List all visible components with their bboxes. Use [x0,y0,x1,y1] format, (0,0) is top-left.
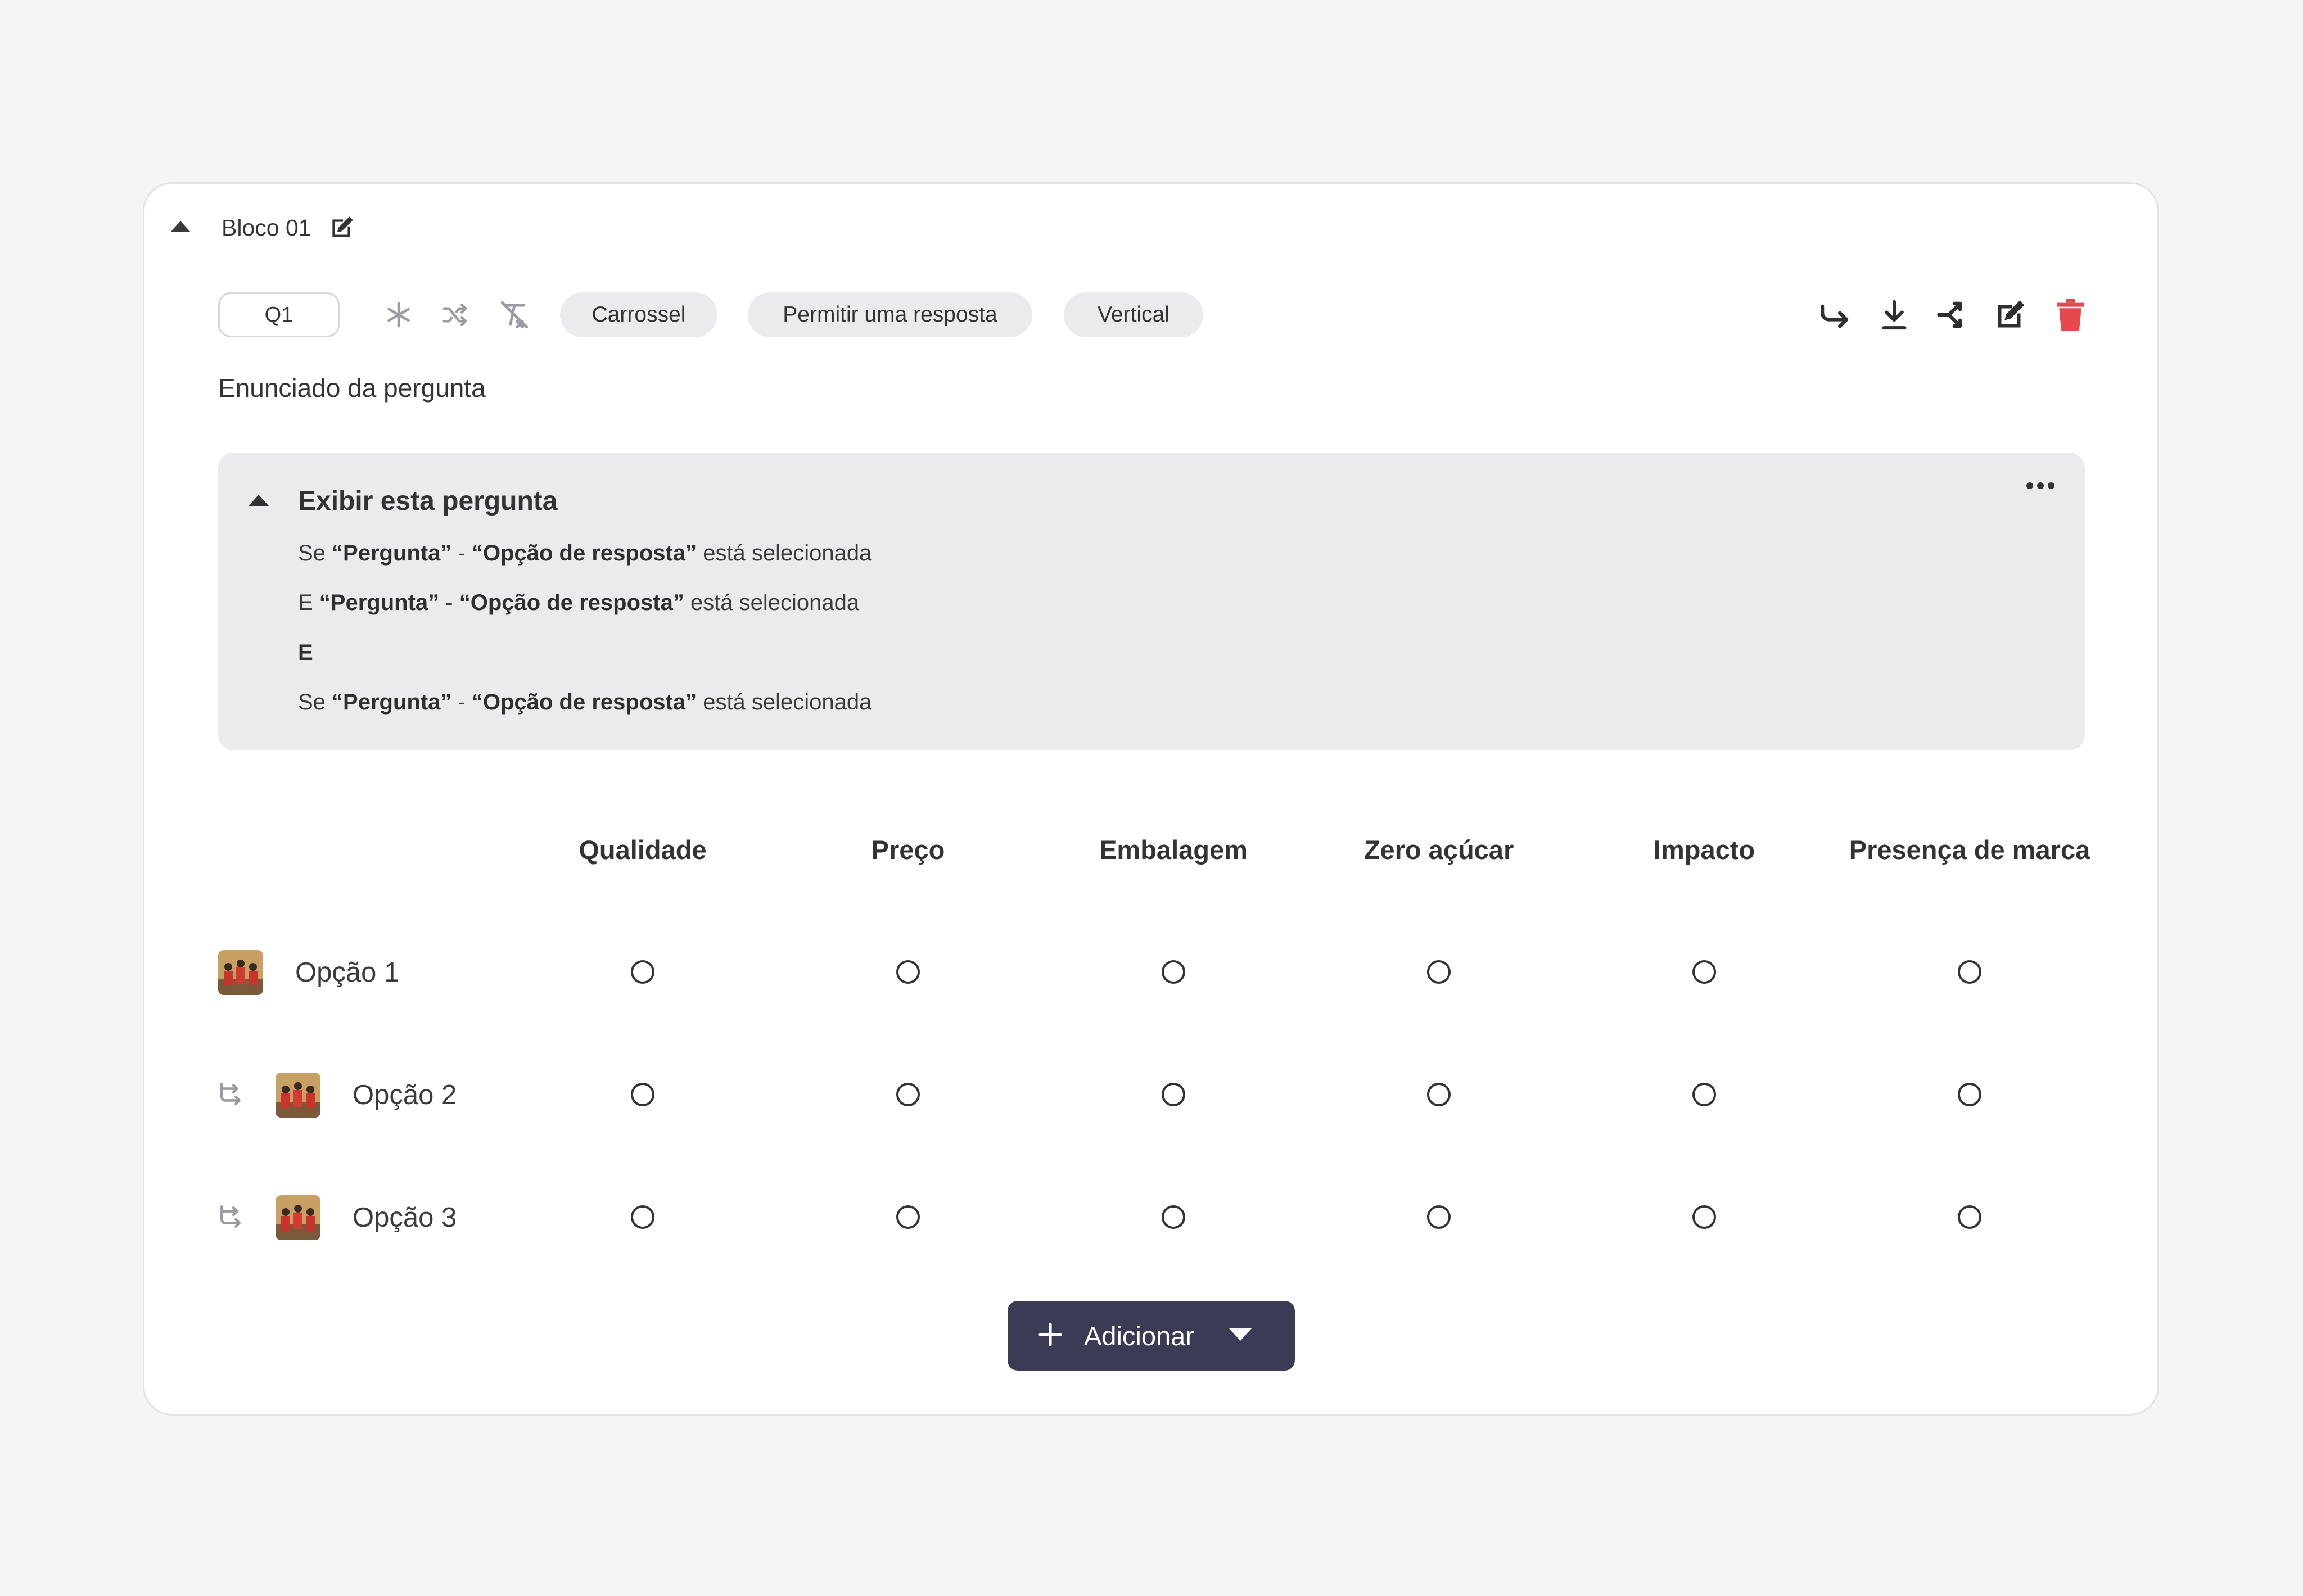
question-id-badge[interactable]: Q1 [218,292,340,337]
question-statement[interactable]: Enunciado da pergunta [218,371,486,405]
more-dots-icon[interactable] [2025,479,2056,492]
add-button-label: Adicionar [1084,1321,1194,1351]
option-image[interactable] [276,1073,320,1118]
chip-carousel[interactable]: Carrossel [560,292,717,337]
column-header: Embalagem [1099,835,1248,865]
branch-link-icon[interactable] [217,1203,245,1231]
grid-radio[interactable] [631,960,654,984]
grid-radio[interactable] [1162,1083,1185,1106]
caret-up-icon[interactable] [170,221,191,232]
caret-up-icon[interactable] [249,495,269,506]
grid-radio[interactable] [1427,960,1451,984]
branch-link-icon[interactable] [217,1080,245,1109]
trash-icon[interactable] [2054,297,2086,333]
column-header: Impacto [1653,835,1755,865]
column-header: Preço [871,835,945,865]
grid-radio[interactable] [1427,1083,1451,1106]
add-button[interactable]: Adicionar [1008,1301,1295,1371]
row-label[interactable]: Opção 2 [353,1078,457,1112]
grid-radio[interactable] [1162,1205,1185,1229]
share-icon[interactable] [1935,298,1968,332]
grid-radio[interactable] [1958,1205,1981,1229]
shuffle-icon[interactable] [440,300,471,330]
grid-radio[interactable] [1692,1205,1716,1229]
edit-icon[interactable] [1994,298,2027,332]
grid-radio[interactable] [1958,1083,1981,1106]
download-icon[interactable] [1878,298,1910,332]
option-image[interactable] [218,950,263,995]
grid-radio[interactable] [1692,1083,1716,1106]
column-header: Presença de marca [1849,835,2090,865]
option-image[interactable] [276,1195,320,1240]
grid-radio[interactable] [1692,960,1716,984]
chip-single-answer[interactable]: Permitir uma resposta [748,292,1032,337]
skip-logic-icon[interactable] [1818,298,1853,331]
edit-icon[interactable] [328,214,356,242]
required-asterisk-icon[interactable] [383,300,414,330]
grid-radio[interactable] [631,1083,654,1106]
grid-radio[interactable] [631,1205,654,1229]
logic-condition: E “Pergunta” - “Opção de resposta” está … [298,590,860,615]
grid-radio[interactable] [1427,1205,1451,1229]
display-logic-title: Exibir esta pergunta [298,486,558,516]
row-label[interactable]: Opção 3 [353,1201,457,1235]
grid-radio[interactable] [1958,960,1981,984]
grid-radio[interactable] [896,1205,920,1229]
block-title: Bloco 01 [222,215,311,241]
caret-down-icon[interactable] [1228,1327,1253,1345]
grid-radio[interactable] [896,960,920,984]
grid-radio[interactable] [896,1083,920,1106]
plus-icon [1037,1321,1064,1351]
column-header: Zero açúcar [1363,835,1514,865]
logic-condition: Se “Pergunta” - “Opção de resposta” está… [298,690,872,715]
clear-format-icon[interactable] [498,299,531,331]
grid-radio[interactable] [1162,960,1185,984]
chip-vertical[interactable]: Vertical [1064,292,1203,337]
logic-connector: E [298,640,313,665]
column-header: Qualidade [579,835,707,865]
row-label[interactable]: Opção 1 [295,956,399,989]
logic-condition: Se “Pergunta” - “Opção de resposta” está… [298,541,872,566]
